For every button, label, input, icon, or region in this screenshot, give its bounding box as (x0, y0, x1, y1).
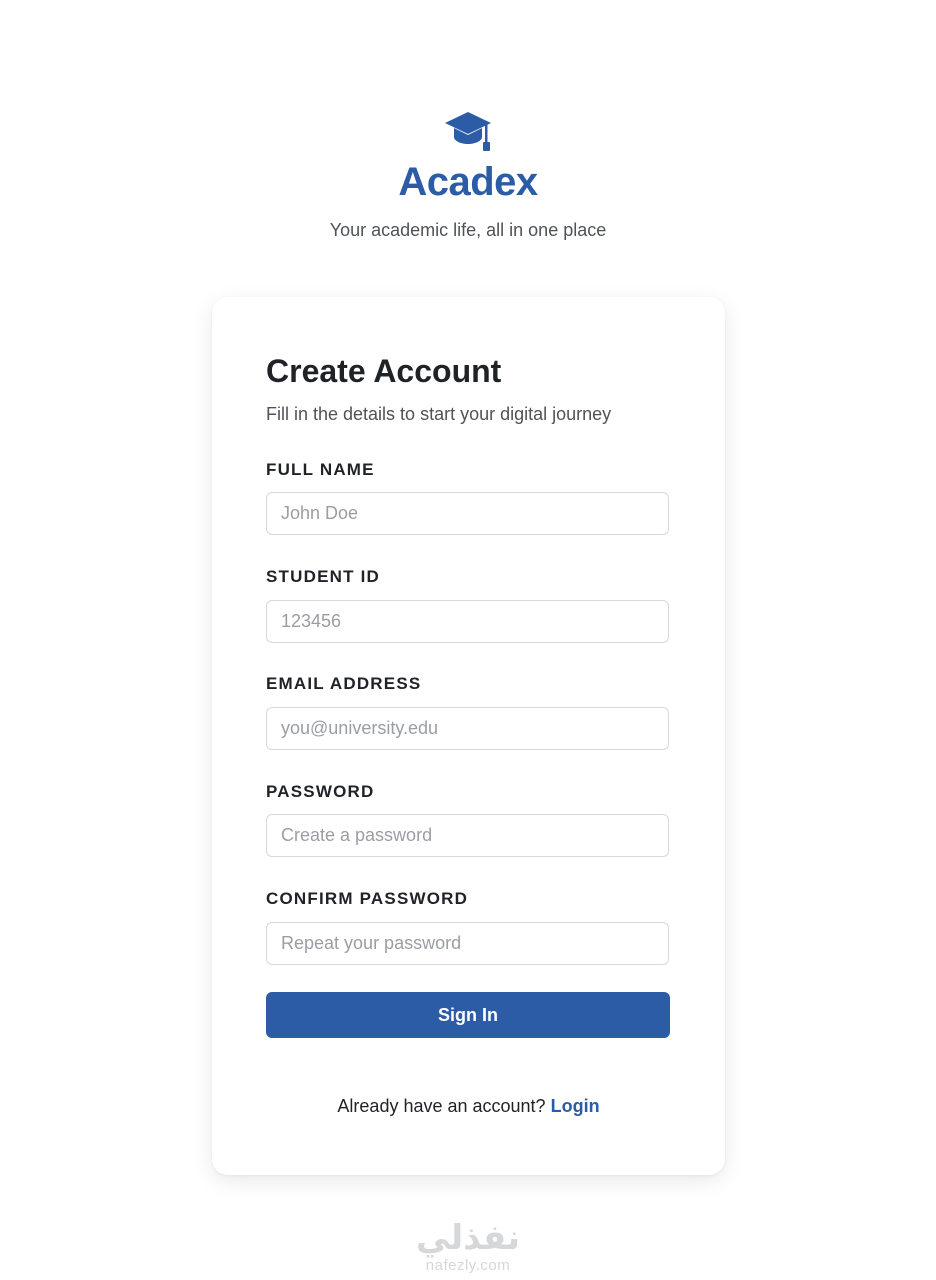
form-subtitle: Fill in the details to start your digita… (266, 404, 612, 424)
app-tagline: Your academic life, all in one place (329, 220, 607, 240)
student-id-input[interactable] (266, 600, 669, 643)
graduation-cap-icon (445, 112, 491, 151)
full-name-input[interactable] (266, 492, 669, 535)
login-prompt-row: Already have an account? Login (212, 1094, 725, 1118)
watermark-url: nafezly.com (425, 1257, 511, 1274)
login-prompt-text: Already have an account? (337, 1096, 546, 1116)
sign-in-button[interactable]: Sign In (266, 992, 670, 1038)
login-link[interactable]: Login (551, 1096, 600, 1116)
watermark-logo: نفذلي (415, 1218, 521, 1258)
full-name-label: FULL NAME (266, 460, 375, 479)
signup-card: Create Account Fill in the details to st… (212, 297, 725, 1175)
password-input[interactable] (266, 814, 669, 857)
app-name: Acadex (398, 160, 538, 204)
form-title: Create Account (266, 353, 502, 389)
email-input[interactable] (266, 707, 669, 750)
password-label: PASSWORD (266, 782, 375, 801)
confirm-password-input[interactable] (266, 922, 669, 965)
email-label: EMAIL ADDRESS (266, 674, 422, 693)
watermark: نفذلي nafezly.com (0, 1218, 936, 1274)
student-id-label: STUDENT ID (266, 567, 380, 586)
confirm-password-label: CONFIRM PASSWORD (266, 889, 469, 908)
